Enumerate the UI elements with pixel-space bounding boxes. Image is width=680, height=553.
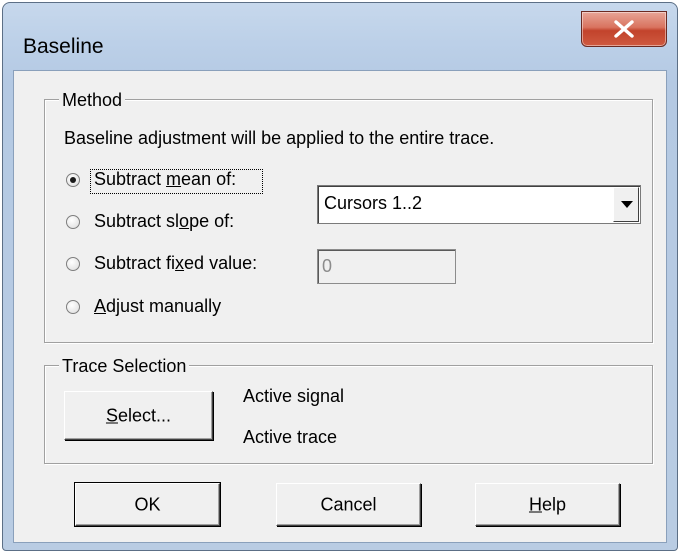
- ok-button[interactable]: OK: [74, 482, 221, 527]
- subtract-slope-label[interactable]: Subtract slope of:: [94, 211, 234, 232]
- label-text-pre: Subtract fi: [94, 253, 176, 273]
- dialog-window: Baseline Method Baseline adjustment will…: [2, 2, 678, 551]
- label-text-accel: S: [105, 405, 118, 425]
- label-text-accel: H: [528, 494, 542, 514]
- cancel-button[interactable]: Cancel: [276, 483, 421, 526]
- label-text-post: ean of:: [181, 169, 237, 189]
- label-text-post: djust manually: [106, 296, 222, 316]
- close-icon: [614, 20, 634, 38]
- label-text-post: elp: [541, 494, 567, 514]
- label-text-pre: Subtract: [94, 169, 167, 189]
- label-text-accel: o: [179, 211, 190, 231]
- label-text-pre: Subtract sl: [94, 211, 180, 231]
- radio-subtract-mean[interactable]: [66, 173, 80, 187]
- subtract-fixed-label[interactable]: Subtract fixed value:: [94, 253, 257, 274]
- active-trace-label: Active trace: [243, 427, 338, 447]
- help-button[interactable]: Help: [475, 483, 620, 526]
- chevron-down-icon: [621, 201, 633, 208]
- radio-subtract-slope[interactable]: [66, 215, 80, 229]
- dialog-client-area: Method Baseline adjustment will be appli…: [13, 70, 667, 543]
- adjust-manually-label[interactable]: Adjust manually: [94, 296, 221, 317]
- fixed-value-text: 0: [322, 256, 333, 276]
- active-signal-label: Active signal: [243, 386, 345, 406]
- label-text-accel: x: [175, 253, 185, 273]
- label-text-post: pe of:: [189, 211, 235, 231]
- range-select-value: Cursors 1..2: [324, 193, 423, 213]
- label-text-accel: m: [166, 169, 182, 189]
- ok-button-label: OK: [134, 494, 161, 514]
- select-trace-button[interactable]: Select...: [64, 391, 213, 440]
- fixed-value-input[interactable]: 0: [317, 249, 456, 284]
- range-select-arrow-button[interactable]: [613, 187, 639, 222]
- subtract-mean-label[interactable]: Subtract mean of:: [94, 169, 236, 190]
- title-bar[interactable]: Baseline: [3, 3, 677, 71]
- select-button-label: Select...: [65, 405, 212, 426]
- close-button[interactable]: [581, 11, 667, 47]
- radio-subtract-fixed[interactable]: [66, 257, 80, 271]
- label-text-accel: A: [94, 296, 107, 316]
- range-select[interactable]: Cursors 1..2: [317, 185, 641, 224]
- method-group-legend: Method: [59, 90, 126, 111]
- help-button-label: Help: [476, 494, 619, 515]
- trace-selection-legend: Trace Selection: [59, 356, 190, 377]
- label-text-post: ed value:: [184, 253, 258, 273]
- method-description: Baseline adjustment will be applied to t…: [64, 128, 495, 148]
- label-text-post: elect...: [117, 405, 172, 425]
- radio-selected-dot: [70, 177, 76, 183]
- window-title: Baseline: [23, 35, 104, 58]
- radio-adjust-manually[interactable]: [66, 300, 80, 314]
- cancel-button-label: Cancel: [320, 494, 377, 514]
